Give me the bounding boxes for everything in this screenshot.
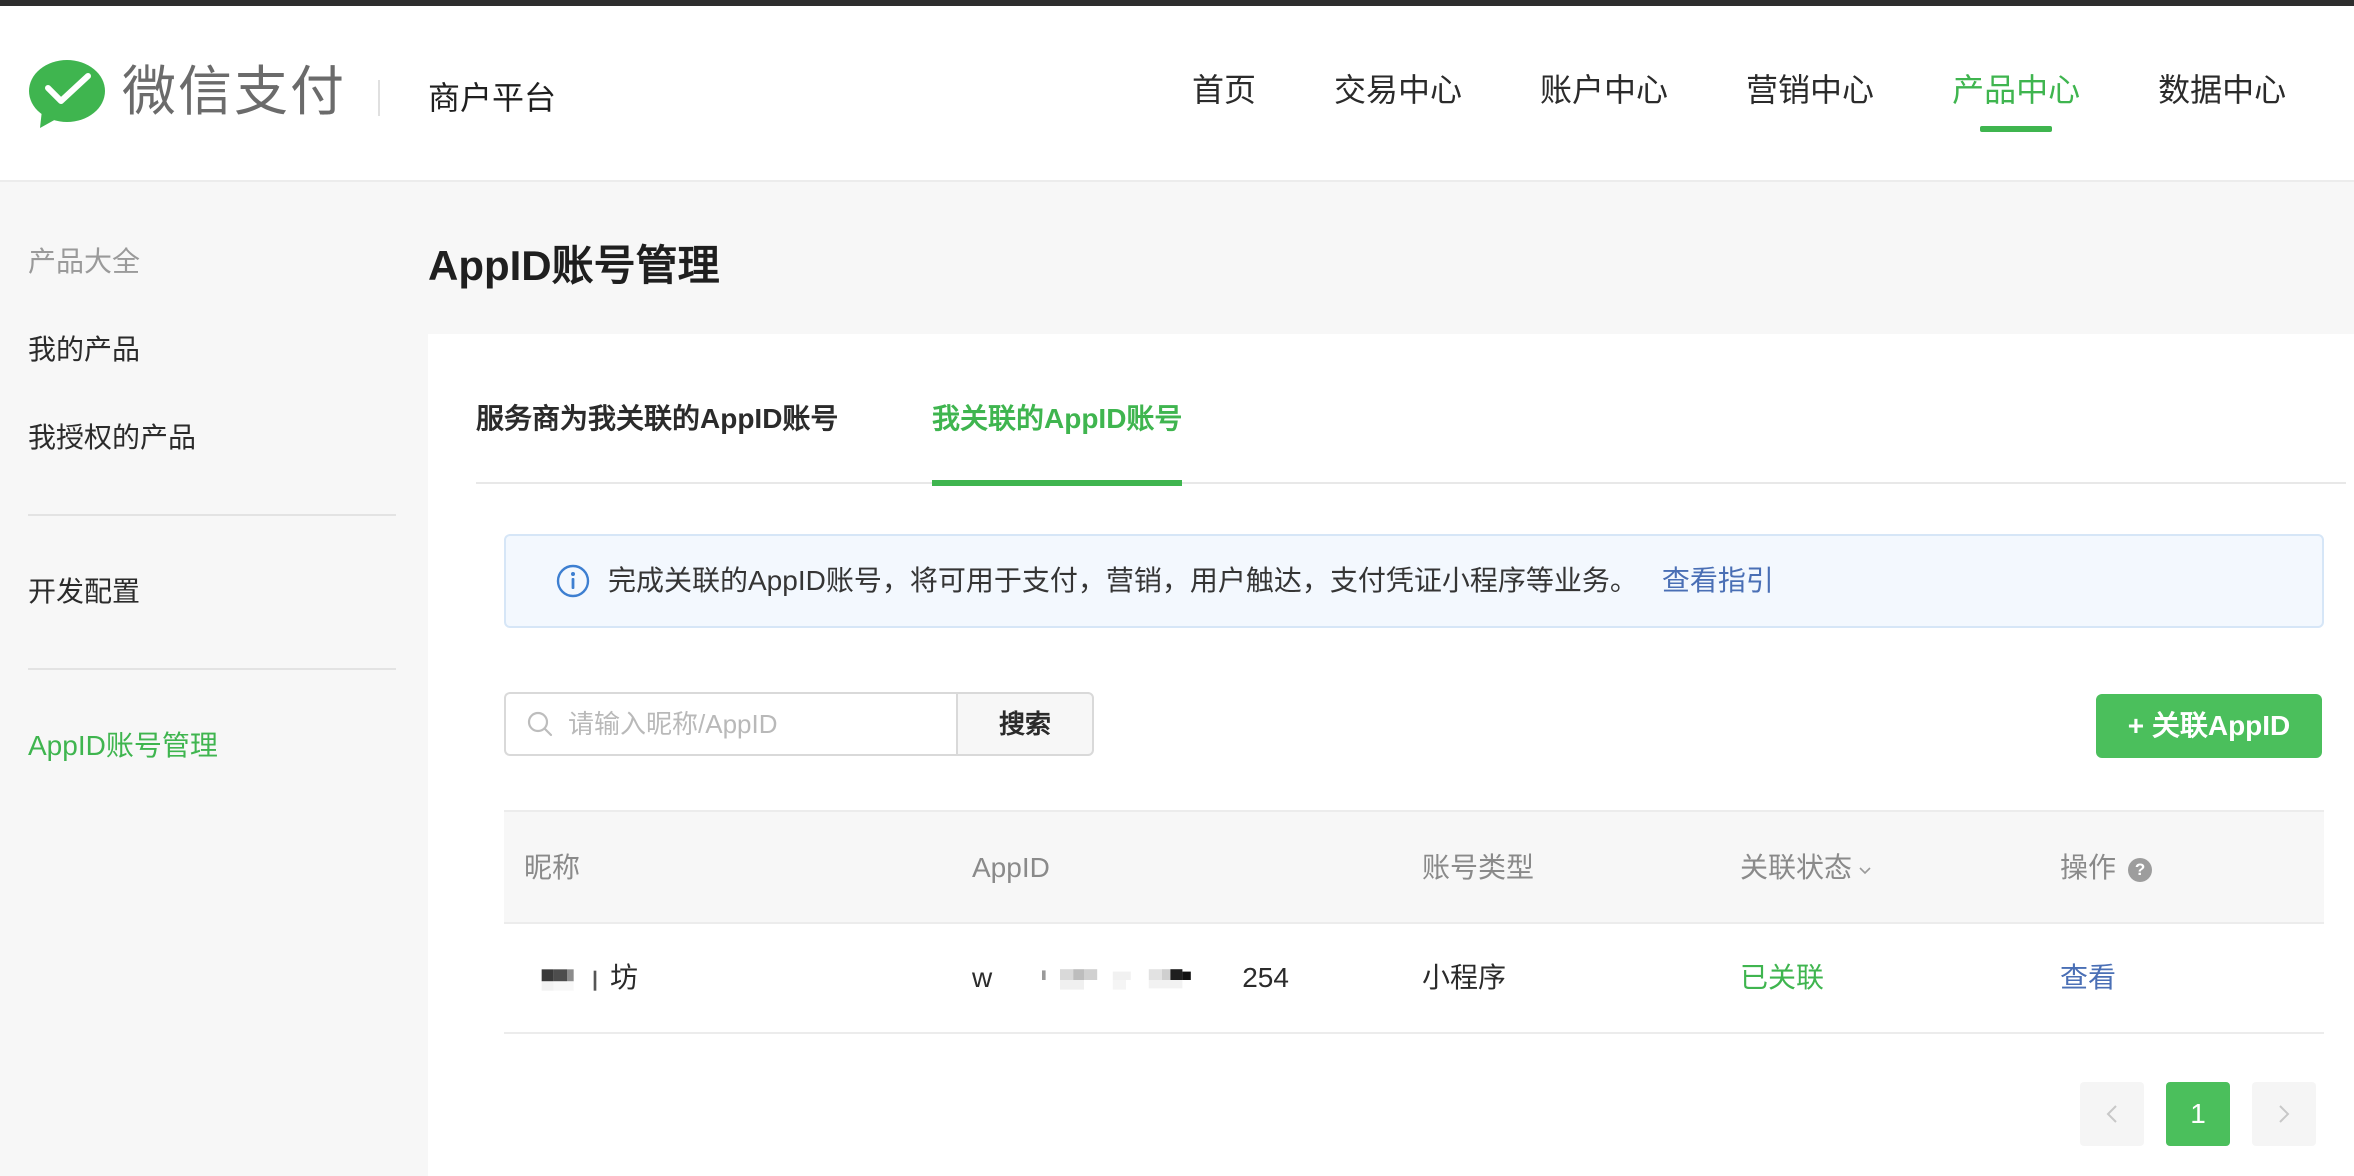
- chevron-right-icon: [2279, 1105, 2290, 1123]
- next-page-button[interactable]: [2252, 1082, 2316, 1146]
- appid-prefix: w: [972, 962, 993, 993]
- nav-item-data[interactable]: 数据中心: [2158, 6, 2286, 182]
- logo-divider: [378, 80, 380, 116]
- tab-provider-linked[interactable]: 服务商为我关联的AppID账号: [476, 394, 838, 484]
- nav-item-transactions[interactable]: 交易中心: [1334, 6, 1462, 182]
- table-header: 昵称 AppID 账号类型 关联状态 操作?: [504, 810, 2324, 924]
- cell-appid: w 254: [972, 924, 1289, 1032]
- nickname-text: 坊: [610, 962, 639, 993]
- chevron-left-icon: [2106, 1105, 2117, 1123]
- nav-item-accounts[interactable]: 账户中心: [1540, 6, 1668, 182]
- column-header-account-type: 账号类型: [1422, 852, 1535, 883]
- search-icon: [527, 711, 553, 737]
- table-row: 坊 w 254 小程序 已关联 查看: [504, 924, 2324, 1034]
- header: 微信支付 商户平台 首页 交易中心 账户中心 营销中心 产品中心 数据中心: [0, 6, 2354, 182]
- search-input[interactable]: [568, 704, 948, 744]
- view-guide-link[interactable]: 查看指引: [1662, 561, 1774, 601]
- nav-item-products[interactable]: 产品中心: [1952, 6, 2080, 182]
- column-header-action-label: 操作: [2060, 852, 2117, 883]
- sidebar-item-appid-management[interactable]: AppID账号管理: [28, 724, 398, 768]
- main-nav: 首页 交易中心 账户中心 营销中心 产品中心 数据中心: [1192, 6, 2354, 182]
- nav-item-home[interactable]: 首页: [1192, 6, 1256, 182]
- sidebar-heading: 产品大全: [28, 246, 141, 277]
- redacted-mask: [541, 968, 597, 991]
- content-card: 服务商为我关联的AppID账号 我关联的AppID账号 完成关联的AppID账号…: [428, 334, 2354, 1176]
- column-header-appid: AppID: [972, 852, 1050, 883]
- notice-text: 完成关联的AppID账号，将可用于支付，营销，用户触达，支付凭证小程序等业务。: [608, 565, 1638, 596]
- nav-item-marketing[interactable]: 营销中心: [1746, 6, 1874, 182]
- sidebar-item-authorized-products[interactable]: 我授权的产品: [28, 416, 398, 460]
- column-header-action: 操作?: [2060, 812, 2153, 924]
- page-button-current[interactable]: 1: [2166, 1082, 2230, 1146]
- cell-nickname: 坊: [528, 924, 638, 1032]
- help-icon[interactable]: ?: [2128, 857, 2153, 882]
- info-notice: 完成关联的AppID账号，将可用于支付，营销，用户触达，支付凭证小程序等业务。 …: [504, 534, 2324, 628]
- column-header-status[interactable]: 关联状态: [1740, 812, 1872, 924]
- add-appid-button[interactable]: + 关联AppID: [2096, 694, 2322, 758]
- tab-my-linked[interactable]: 我关联的AppID账号: [932, 394, 1183, 486]
- prev-page-button[interactable]: [2080, 1082, 2144, 1146]
- search-box: [504, 692, 956, 756]
- platform-name: 商户平台: [428, 80, 557, 116]
- column-header-status-label: 关联状态: [1740, 852, 1853, 883]
- cell-account-type: 小程序: [1422, 962, 1507, 993]
- chevron-down-icon: [1859, 867, 1871, 874]
- sidebar-item-my-products[interactable]: 我的产品: [28, 328, 398, 372]
- info-icon: [556, 564, 590, 598]
- redacted-mask: [1042, 968, 1192, 990]
- view-button[interactable]: 查看: [2060, 924, 2116, 1032]
- sidebar-item-dev-config[interactable]: 开发配置: [28, 570, 398, 614]
- sidebar: 产品大全 我的产品 我授权的产品 开发配置 AppID账号管理: [28, 240, 398, 768]
- column-header-nickname: 昵称: [524, 852, 581, 883]
- status-badge: 已关联: [1740, 962, 1825, 993]
- appid-suffix: 254: [1242, 962, 1289, 993]
- pagination: 1: [2080, 1082, 2338, 1146]
- tab-bar: 服务商为我关联的AppID账号 我关联的AppID账号: [476, 394, 2346, 486]
- search-button[interactable]: 搜索: [956, 692, 1094, 756]
- appid-table: 昵称 AppID 账号类型 关联状态 操作? 坊 w 254 小程序 已关联 查…: [504, 810, 2324, 1034]
- logo-text: 微信支付: [122, 60, 346, 123]
- wechat-pay-logo-icon: [29, 60, 105, 128]
- page-title: AppID账号管理: [428, 242, 720, 289]
